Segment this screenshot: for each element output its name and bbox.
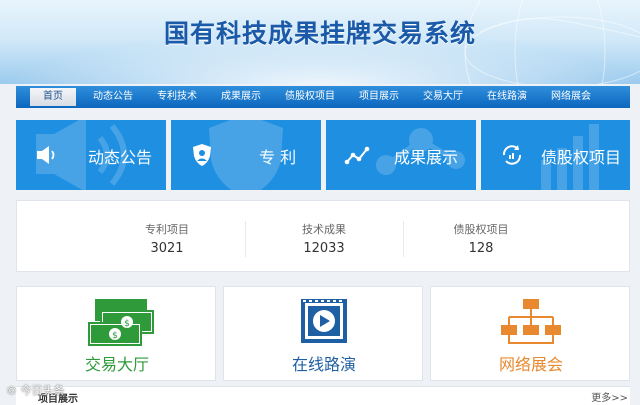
card-expo[interactable]: 网络展会: [430, 286, 630, 381]
card-trading-hall[interactable]: $ $ 交易大厅: [16, 286, 216, 381]
tile-label: 债股权项目: [541, 148, 622, 167]
tile-label: 动态公告: [88, 148, 153, 167]
speaker-icon: [37, 146, 55, 164]
refresh-chart-icon: [502, 145, 522, 165]
svg-text:$: $: [124, 319, 130, 329]
tile-debt-equity[interactable]: 债股权项目: [481, 120, 630, 190]
network-icon: [501, 299, 561, 344]
card-roadshow[interactable]: 在线路演: [223, 286, 423, 381]
card-label: 网络展会: [498, 355, 563, 374]
nav-item-patents[interactable]: 专利技术: [150, 88, 204, 106]
project-section-header: 项目展示 更多>>: [16, 386, 630, 405]
nav-item-trading-hall[interactable]: 交易大厅: [416, 88, 470, 106]
stat-label: 专利项目: [145, 223, 189, 236]
stat-patents: 专利项目 3021: [92, 221, 242, 256]
tile-patents[interactable]: 专 利: [171, 120, 321, 190]
stat-divider: [403, 221, 404, 257]
main-nav: 首页 动态公告 专利技术 成果展示 债股权项目 项目展示 交易大厅 在线路演 网…: [16, 86, 630, 108]
tile-label: 专 利: [259, 148, 297, 167]
stat-label: 技术成果: [302, 223, 346, 236]
nav-item-achievements[interactable]: 成果展示: [214, 88, 268, 106]
stat-debt-equity: 债股权项目 128: [406, 221, 556, 256]
nav-item-announcements[interactable]: 动态公告: [86, 88, 140, 106]
stats-panel: 专利项目 3021 技术成果 12033 债股权项目 128: [16, 200, 630, 272]
more-link[interactable]: 更多>>: [591, 389, 628, 404]
money-icon: $ $: [88, 299, 154, 346]
nav-item-home[interactable]: 首页: [30, 88, 76, 106]
watermark: © 今日头条: [6, 384, 65, 397]
stat-value: 12033: [303, 241, 345, 256]
site-title: 国有科技成果挂牌交易系统: [163, 19, 476, 48]
tile-announcements[interactable]: 动态公告: [16, 120, 166, 190]
shield-user-icon: [193, 144, 211, 166]
video-play-icon: [301, 299, 347, 343]
tile-achievements[interactable]: 成果展示: [326, 120, 476, 190]
stat-value: 128: [468, 241, 494, 256]
nav-item-debt-equity[interactable]: 债股权项目: [278, 88, 342, 106]
stat-achievements: 技术成果 12033: [249, 221, 399, 256]
card-label: 在线路演: [291, 355, 356, 374]
line-chart-icon: [344, 146, 370, 165]
nav-item-roadshow[interactable]: 在线路演: [480, 88, 534, 106]
nav-item-projects[interactable]: 项目展示: [352, 88, 406, 106]
stat-value: 3021: [150, 241, 184, 256]
svg-text:$: $: [112, 331, 118, 341]
stat-label: 债股权项目: [453, 223, 509, 236]
nav-item-expo[interactable]: 网络展会: [544, 88, 598, 106]
card-label: 交易大厅: [84, 355, 149, 374]
header-banner: 国有科技成果挂牌交易系统: [0, 0, 640, 84]
tile-label: 成果展示: [394, 148, 459, 167]
stat-divider: [245, 221, 246, 257]
